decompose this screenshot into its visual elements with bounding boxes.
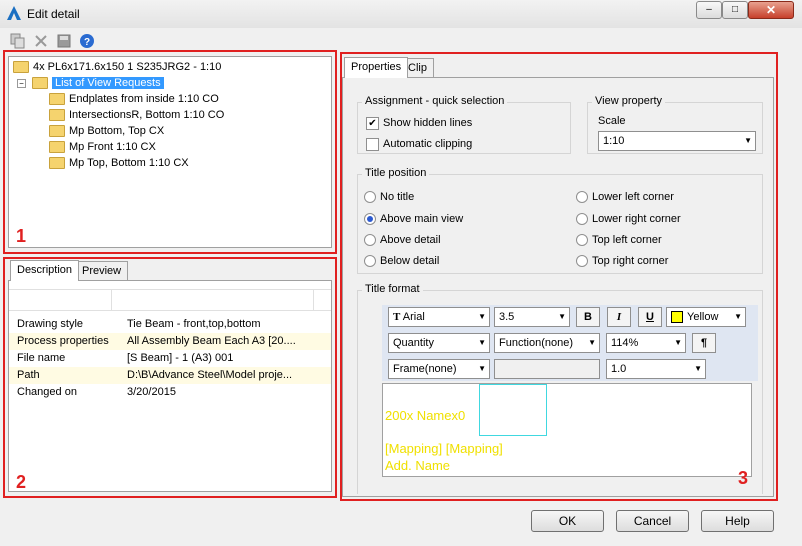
svg-text:?: ? [84, 37, 90, 48]
minimize-button[interactable]: – [696, 1, 722, 19]
maximize-button[interactable]: □ [722, 1, 748, 19]
tab-properties[interactable]: Properties [344, 57, 409, 78]
region-2-highlight [3, 257, 337, 498]
region-3-label: 3 [738, 468, 749, 488]
cancel-button[interactable]: Cancel [616, 510, 689, 532]
region-2-label: 2 [16, 472, 27, 492]
title-bar: Edit detail – □ ✕ [0, 0, 802, 28]
window-title: Edit detail [27, 7, 80, 21]
close-button[interactable]: ✕ [748, 1, 794, 19]
ok-button[interactable]: OK [531, 510, 604, 532]
autodesk-app-icon [7, 6, 21, 20]
copy-icon[interactable] [10, 33, 26, 49]
delete-icon[interactable] [33, 33, 49, 49]
region-1-highlight [3, 50, 337, 254]
help-icon[interactable]: ? [79, 33, 95, 49]
help-button[interactable]: Help [701, 510, 774, 532]
tab-description[interactable]: Description [10, 260, 80, 281]
region-3-highlight [340, 52, 778, 501]
save-icon[interactable] [56, 33, 72, 49]
region-1-label: 1 [16, 226, 27, 246]
